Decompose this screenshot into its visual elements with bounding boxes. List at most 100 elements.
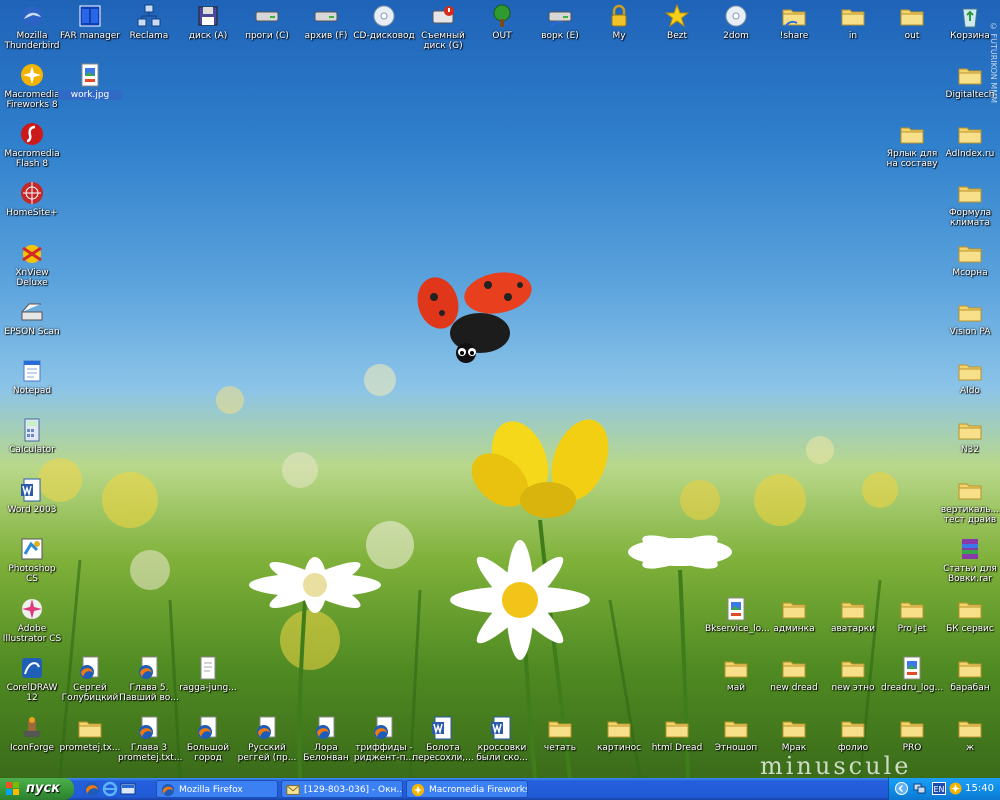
desktop-icon-html-dread[interactable]: html Dread [645,715,709,753]
desktop-icon-кроссовки-были-ско[interactable]: кроссовки были ско... [470,715,534,763]
desktop-icon-my[interactable]: My [587,3,651,41]
desktop-icon-prometej-tx[interactable]: prometej.tx... [58,715,122,753]
corel-icon [22,658,42,678]
desktop-icon-in[interactable]: in [821,3,885,41]
firefox-icon[interactable] [84,781,100,797]
desktop-icon-out[interactable]: out [880,3,944,41]
desktop-icon-диск-a[interactable]: диск (A) [176,3,240,41]
desktop-icon-mozilla-thunderbird[interactable]: Mozilla Thunderbird [0,3,64,51]
desktop-icon-macromedia-flash-8[interactable]: Macromedia Flash 8 [0,121,64,169]
task-label: [129-803-036] - Окн... [304,785,403,795]
desktop-icon-calculator[interactable]: Calculator [0,417,64,455]
desktop-icon-картинос[interactable]: картинос [587,715,651,753]
desktop-icon-bkservice-lo[interactable]: Bkservice_lo... [704,596,770,634]
folder-icon [724,721,748,738]
desktop-icon-ж[interactable]: ж [938,715,1000,753]
desktop-icon-bezt[interactable]: Bezt [645,3,709,41]
desktop-icon-глава-3-prometej-txt[interactable]: Глава 3 prometej.txt... [117,715,182,763]
folder-share-icon [782,9,806,28]
desktop-icon-adindex-ru[interactable]: AdIndex.ru [938,121,1000,159]
desktop-icon-epson-scan[interactable]: EPSON Scan [0,299,64,337]
desktop-icon-word-2003[interactable]: Word 2003 [0,477,64,515]
folder-icon [958,364,982,381]
desktop-icon-notepad[interactable]: Notepad [0,358,64,396]
desktop-icon-reclama[interactable]: Reclama [117,3,181,41]
desktop-icon-админка[interactable]: админка [762,596,826,634]
desktop-icon-триффиды-риджент-п[interactable]: триффиды - риджент-п... [352,715,416,763]
calculator-icon [24,418,40,442]
desktop-icon-вертикаль-тест-драйв[interactable]: вертикаль... тест драйв [938,477,1000,525]
desktop-icon-work-jpg[interactable]: work.jpg [58,62,122,100]
network-icon [137,4,161,27]
task-fireworks[interactable]: Macromedia Fireworks 8 [406,780,528,798]
show-desktop-icon[interactable] [120,781,136,797]
desktop-icon-проги-c[interactable]: проги (C) [235,3,299,41]
desktop-icon-ragga-jung[interactable]: ragga-jung... [176,655,240,693]
fireworks-tray-icon[interactable] [949,782,962,795]
desktop-icon-label: Большой город [186,743,230,763]
desktop-icon-xnview-deluxe[interactable]: XnView Deluxe [0,240,64,288]
desktop-icon-share[interactable]: !share [762,3,826,41]
desktop-icon-aldo[interactable]: Aldo [938,358,1000,396]
desktop-icon-new-этно[interactable]: new этно [821,655,885,693]
desktop-icon-homesite[interactable]: HomeSite+ [0,180,64,218]
image-file-icon [81,63,99,87]
desktop-icon-этношоп[interactable]: Этношоп [704,715,768,753]
desktop-icon-pro-jet[interactable]: Pro Jet [880,596,944,634]
desktop-icon-съемный-диск-g[interactable]: Съемный диск (G) [411,3,475,51]
desktop-icon-label: Bkservice_lo... [705,624,770,634]
iconforge-icon [23,717,41,737]
start-button[interactable]: пуск [0,778,74,800]
desktop-icon-label: кроссовки были ско... [476,743,528,763]
desktop-icon-формула-климата[interactable]: Формула климата [938,180,1000,228]
desktop-icon-cd-дисковод[interactable]: CD-дисковод [352,3,416,41]
desktop-icon-ярлык-для-на-составу[interactable]: Ярлык для на составу [880,121,944,169]
desktop-icon-барабан[interactable]: барабан [938,655,1000,693]
desktop-icon-лора-белонван[interactable]: Лора Белонван [294,715,358,763]
desktop-icon-macromedia-fireworks-8[interactable]: Macromedia Fireworks 8 [0,62,64,110]
desktop-icon-болота-пересохли[interactable]: Болота пересохли,... [411,715,475,763]
desktop-icon-dreadru-log[interactable]: dreadru_log... [880,655,944,693]
desktop-icon-четать[interactable]: четать [528,715,592,753]
firefox-doc-icon [316,716,335,739]
tray-expand-icon[interactable] [895,782,908,795]
desktop-icon-статьи-для-вовки-rar[interactable]: Статьи для Вовки.rar [938,536,1000,584]
desktop-icon-фолио[interactable]: фолио [821,715,885,753]
desktop-icon-label: картинос [596,743,642,753]
desktop-icon-мсорна[interactable]: Мсорна [938,240,1000,278]
desktop-icon-аватарки[interactable]: аватарки [821,596,885,634]
desktop-icon-coreldraw-12[interactable]: CorelDRAW 12 [0,655,64,703]
desktop-icon-2dom[interactable]: 2dom [704,3,768,41]
task-messenger[interactable]: [129-803-036] - Окн... [281,780,403,798]
desktop-icon-глава-5-павший-во[interactable]: Глава 5. Павший во... [117,655,181,703]
desktop-icon-photoshop-cs[interactable]: Photoshop CS [0,536,64,584]
desktop-icon-большой-город[interactable]: Большой город [176,715,240,763]
ie-icon[interactable] [102,781,118,797]
language-indicator[interactable]: EN [932,782,946,795]
folder-icon [782,661,806,678]
desktop-icon-ворк-e[interactable]: ворк (E) [528,3,592,41]
task-firefox[interactable]: Mozilla Firefox [156,780,278,798]
desktop-icon-label: 2dom [723,31,749,41]
desktop-icon-сергей-голубицкий[interactable]: Сергей Голубицкий [58,655,122,703]
desktop-icon-iconforge[interactable]: IconForge [0,715,64,753]
desktop-icon-label: Статьи для Вовки.rar [943,564,997,584]
desktop-icon-бк-сервис[interactable]: БК сервис [938,596,1000,634]
desktop-icon-русский-реггей-пр[interactable]: Русский реггей (пр... [235,715,299,763]
folder-icon [958,602,982,619]
desktop-icon-n32[interactable]: N32 [938,417,1000,455]
desktop-icon-мрак[interactable]: Мрак [762,715,826,753]
desktop-icon-архив-f[interactable]: архив (F) [294,3,358,41]
desktop-icon-out[interactable]: OUT [470,3,534,41]
folder-icon [958,68,982,85]
wallpaper-watermark: minuscule [760,752,912,780]
desktop-icon-vision-pa[interactable]: Vision PA [938,299,1000,337]
desktop-icon-pro[interactable]: PRO [880,715,944,753]
desktop-icon-label: !share [779,31,809,41]
desktop-icon-far-manager[interactable]: FAR manager [58,3,122,41]
desktop-icon-label: Этношоп [714,743,758,753]
desktop-icon-adobe-illustrator-cs[interactable]: Adobe Illustrator CS [0,596,64,644]
desktop-icon-new-dread[interactable]: new dread [762,655,826,693]
desktop-icon-май[interactable]: май [704,655,768,693]
network-icon[interactable] [913,782,926,795]
